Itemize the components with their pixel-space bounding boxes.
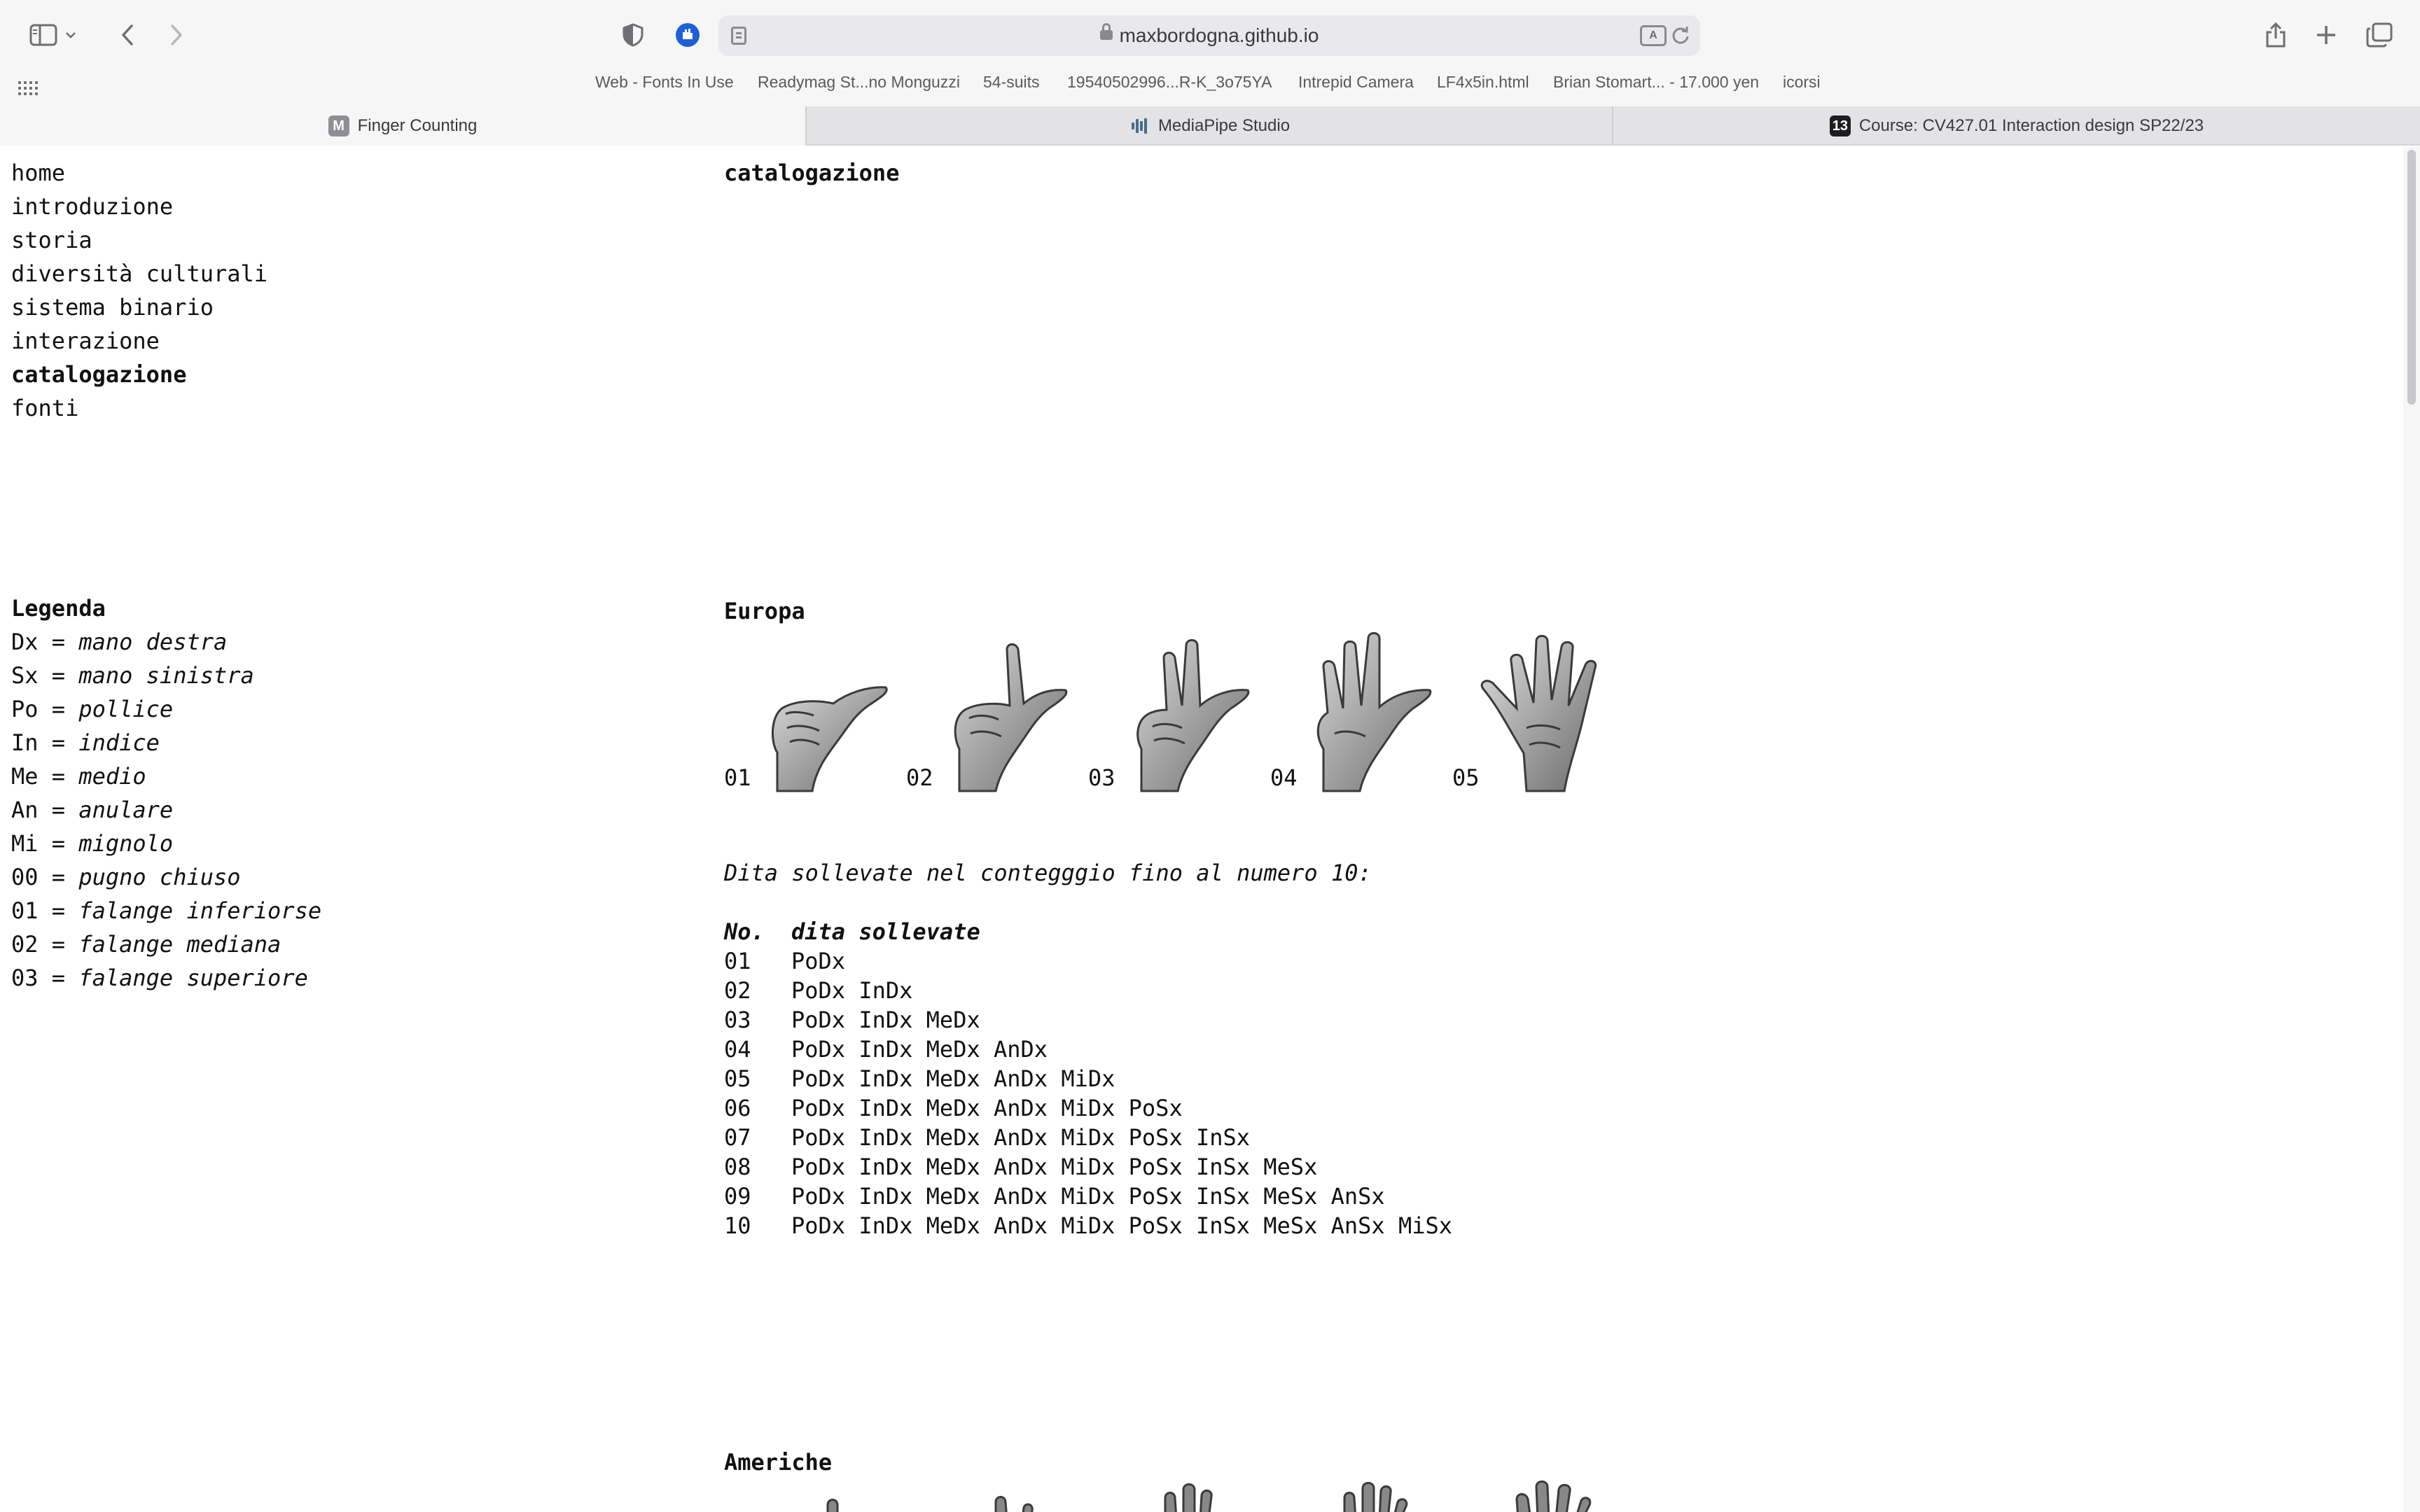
hand-image-americas xyxy=(906,1477,1074,1512)
legend-row: 03 = falange superiore xyxy=(11,965,308,991)
europe-title: Europa xyxy=(724,598,805,624)
table-row: 04 PoDx InDx MeDx AnDx xyxy=(724,1036,1048,1063)
tab-finger-counting[interactable]: M Finger Counting xyxy=(0,106,807,146)
course-favicon-icon: 13 xyxy=(1829,115,1851,136)
nav-interazione[interactable]: interazione xyxy=(11,328,160,354)
table-row: 07 PoDx InDx MeDx AnDx MiDx PoSx InSx xyxy=(724,1124,1251,1151)
nav-storia[interactable]: storia xyxy=(11,227,92,253)
table-header: No. dita sollevate xyxy=(724,918,980,945)
nav-catalogazione[interactable]: catalogazione xyxy=(11,361,186,388)
hand-image-americas xyxy=(724,1477,892,1512)
vertical-scrollbar[interactable] xyxy=(2403,147,2420,1512)
back-icon[interactable] xyxy=(108,15,147,55)
bookmark-item[interactable]: Web - Fonts In Use xyxy=(595,73,734,92)
hand-image-04: 04 xyxy=(1270,630,1438,798)
hand-image-01: 01 xyxy=(724,630,892,798)
tab-mediapipe-studio[interactable]: MediaPipe Studio xyxy=(807,106,1613,146)
nav-diversita-culturali[interactable]: diversità culturali xyxy=(11,260,267,287)
scrollbar-thumb[interactable] xyxy=(2407,150,2416,405)
hand-three-fingers-icon xyxy=(1136,639,1250,792)
legend-row: Dx = mano destra xyxy=(11,629,228,655)
hand-open-palm-icon xyxy=(1480,635,1597,792)
grid-icon[interactable] xyxy=(18,78,39,98)
bookmark-item[interactable]: 54-suits xyxy=(983,73,1040,92)
hand-four-fingers-icon xyxy=(1316,632,1432,792)
hand-number: 01 xyxy=(724,764,751,791)
tab-overview-icon[interactable] xyxy=(2360,15,2399,55)
nav-sistema-binario[interactable]: sistema binario xyxy=(11,294,214,321)
tab-course[interactable]: 13 Course: CV427.01 Interaction design S… xyxy=(1613,106,2420,146)
forward-icon[interactable] xyxy=(157,15,196,55)
tab-label: MediaPipe Studio xyxy=(1157,116,1291,135)
hand-image-americas xyxy=(1452,1477,1620,1512)
hand-image-02: 02 xyxy=(906,630,1074,798)
column-header-fingers: dita sollevate xyxy=(791,918,980,945)
hand-image-03: 03 xyxy=(1088,630,1256,798)
hand-number: 03 xyxy=(1088,764,1115,791)
nav-fonti[interactable]: fonti xyxy=(11,395,78,421)
table-row: 02 PoDx InDx xyxy=(724,977,913,1004)
new-tab-icon[interactable] xyxy=(2307,15,2346,55)
mediapipe-favicon-icon xyxy=(1129,115,1150,136)
address-bar[interactable]: maxbordogna.github.io A xyxy=(718,15,1700,56)
table-row: 01 PoDx xyxy=(724,948,846,974)
bookmark-item[interactable]: Intrepid Camera xyxy=(1298,73,1414,92)
bookmark-item[interactable]: Readymag St...no Monguzzi xyxy=(758,73,960,92)
hand-number: 05 xyxy=(1452,764,1480,791)
translate-icon[interactable]: A xyxy=(1640,25,1667,46)
column-header-no: No. xyxy=(724,918,765,945)
bookmark-item[interactable]: 19540502996...R-K_3o75YA xyxy=(1067,73,1272,92)
bookmark-item[interactable]: LF4x5in.html xyxy=(1437,73,1529,92)
americas-title: Americhe xyxy=(724,1449,833,1476)
table-row: 06 PoDx InDx MeDx AnDx MiDx PoSx xyxy=(724,1095,1183,1121)
hand-image-americas xyxy=(1088,1477,1256,1512)
browser-toolbar: maxbordogna.github.io A xyxy=(0,0,2420,70)
bookmark-item[interactable]: Brian Stomart... - 17.000 yen xyxy=(1553,73,1759,92)
legend-row: 01 = falange inferiorse xyxy=(11,897,322,924)
legend-row: In = indice xyxy=(11,729,160,756)
nav-home[interactable]: home xyxy=(11,160,65,186)
hand-two-fingers-icon xyxy=(954,643,1068,792)
tab-label: Course: CV427.01 Interaction design SP22… xyxy=(1858,116,2204,135)
extension-icon[interactable] xyxy=(668,15,707,55)
legend-row: 02 = falange mediana xyxy=(11,931,281,958)
hand-image-05: 05 xyxy=(1452,630,1620,798)
tab-bar: M Finger Counting MediaPipe Studio 13 Co… xyxy=(0,106,2420,146)
bookmark-item[interactable]: icorsi xyxy=(1783,73,1821,92)
counting-caption: Dita sollevate nel contegggio fino al nu… xyxy=(724,860,1372,886)
legend-row: Mi = mignolo xyxy=(11,830,174,857)
page-content: home introduzione storia diversità cultu… xyxy=(0,147,2420,1512)
share-icon[interactable] xyxy=(2256,15,2295,55)
legend-row: An = anulare xyxy=(11,797,174,823)
legend-row: Me = medio xyxy=(11,763,146,790)
lock-icon xyxy=(1099,22,1113,40)
page-title: catalogazione xyxy=(724,160,900,186)
tab-label: Finger Counting xyxy=(357,116,478,135)
table-row: 05 PoDx InDx MeDx AnDx MiDx xyxy=(724,1065,1115,1092)
legend-title: Legenda xyxy=(11,595,106,622)
legend-row: 00 = pugno chiuso xyxy=(11,864,241,890)
table-row: 03 PoDx InDx MeDx xyxy=(724,1007,980,1033)
chevron-down-icon[interactable] xyxy=(60,15,81,55)
url-text: maxbordogna.github.io xyxy=(1119,24,1319,46)
privacy-shield-icon[interactable] xyxy=(613,15,653,55)
table-row: 10 PoDx InDx MeDx AnDx MiDx PoSx InSx MeS… xyxy=(724,1212,1453,1239)
hand-number: 04 xyxy=(1270,764,1298,791)
nav-introduzione[interactable]: introduzione xyxy=(11,193,173,220)
hand-thumb-icon xyxy=(771,686,888,792)
legend-row: Po = pollice xyxy=(11,696,174,722)
reload-icon[interactable] xyxy=(1671,25,1690,45)
legend-row: Sx = mano sinistra xyxy=(11,662,254,689)
table-row: 08 PoDx InDx MeDx AnDx MiDx PoSx InSx MeS… xyxy=(724,1154,1318,1180)
hand-image-americas xyxy=(1270,1477,1438,1512)
m-favicon-icon: M xyxy=(328,115,349,136)
sidebar-icon[interactable] xyxy=(24,15,63,55)
hand-number: 02 xyxy=(906,764,933,791)
table-row: 09 PoDx InDx MeDx AnDx MiDx PoSx InSx MeS… xyxy=(724,1183,1385,1210)
